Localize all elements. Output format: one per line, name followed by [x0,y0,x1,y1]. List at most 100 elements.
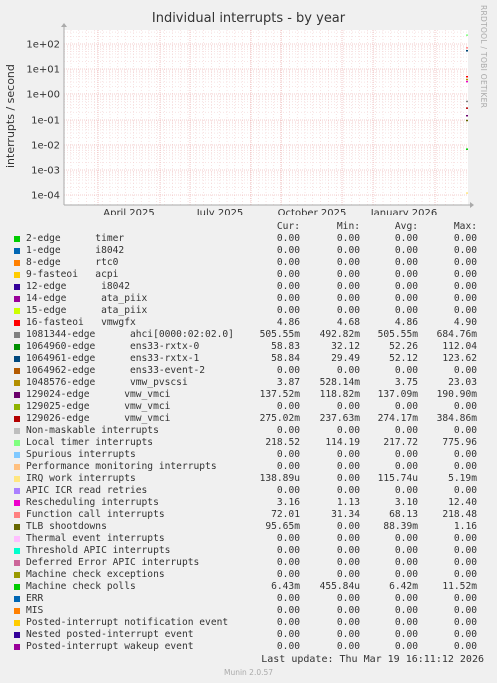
legend-row: MIS 0.00 0.00 0.00 0.00 [12,605,488,617]
legend: Cur: Min: Avg: Max: 2-edge timer 0.00 0.00… [12,221,488,653]
series-max: 0.00 [453,605,477,616]
series-name: Function call interrupts [26,509,165,520]
legend-swatch [14,404,20,410]
legend-row: Deferred Error APIC interrupts 0.00 0.00 0.… [12,557,488,569]
legend-row: Posted-interrupt notification event 0.00 0… [12,617,488,629]
legend-row: 1081344-edge ahci[0000:02:02.0] 505.55m 49… [12,329,488,341]
series-name: 129024-edge vmw_vmci [26,389,171,400]
series-name: APIC ICR read retries [26,485,148,496]
series-name: Machine check polls [26,581,136,592]
series-max: 112.04 [442,341,477,352]
legend-swatch [14,524,20,530]
series-name: 2-edge timer [26,233,125,244]
series-max: 0.00 [453,293,477,304]
series-max: 4.90 [453,317,477,328]
legend-row: 1-edge i8042 0.00 0.00 0.00 0.00 [12,245,488,257]
chart-plot: 1e+02 1e+01 1e+00 1e-01 1e-02 1e-03 1e-04 April… [26,23,474,215]
legend-row: Performance monitoring interrupts 0.00 0.0… [12,461,488,473]
y-tick-label: 1e-02 [31,141,60,152]
legend-row: 2-edge timer 0.00 0.00 0.00 0.00 [12,233,488,245]
series-max: 775.96 [442,437,477,448]
series-max: 11.52m [442,581,477,592]
series-max: 384.86m [436,413,477,424]
legend-row: Machine check exceptions 0.00 0.00 0.00 0.00 [12,569,488,581]
legend-swatch [14,476,20,482]
legend-swatch [14,308,20,314]
series-name: 129025-edge vmw_vmci [26,401,171,412]
legend-swatch [14,536,20,542]
series-max: 190.90m [436,389,477,400]
series-max: 0.00 [453,233,477,244]
series-name: Thermal event interrupts [26,533,165,544]
series-name: 1064962-edge ens33-event-2 [26,365,206,376]
legend-row: 129025-edge vmw_vmci 0.00 0.00 0.00 0.00 [12,401,488,413]
legend-swatch [14,548,20,554]
legend-row: TLB shootdowns 95.65m 0.00 88.39m 1.16 [12,521,488,533]
y-axis-arrow [61,23,67,27]
legend-row: 12-edge i8042 0.00 0.00 0.00 0.00 [12,281,488,293]
y-tick-label: 1e-03 [31,166,60,177]
legend-swatch [14,632,20,638]
series-max: 0.00 [453,365,477,376]
legend-swatch [14,248,20,254]
legend-swatch [14,500,20,506]
y-tick-label: 1e-01 [31,116,60,127]
col-max-header: Max: [453,221,477,232]
series-max: 0.00 [453,593,477,604]
x-tick-label: April 2025 [103,208,154,215]
legend-swatch [14,644,20,650]
series-max: 0.00 [453,461,477,472]
legend-row: 9-fasteoi acpi 0.00 0.00 0.00 0.00 [12,269,488,281]
legend-row: 15-edge ata_piix 0.00 0.00 0.00 0.00 [12,305,488,317]
legend-swatch [14,560,20,566]
y-tick-label: 1e+00 [26,90,60,101]
last-update: Last update: Thu Mar 19 16:11:12 2026 [261,654,484,665]
series-max: 0.00 [453,569,477,580]
legend-row: 8-edge rtc0 0.00 0.00 0.00 0.00 [12,257,488,269]
series-name: Nested posted-interrupt event [26,629,194,640]
legend-row: Local timer interrupts 218.52 114.19 217.72… [12,437,488,449]
legend-row: 129026-edge vmw_vmci 275.02m 237.63m 274.17… [12,413,488,425]
series-max: 0.00 [453,269,477,280]
legend-swatch [14,464,20,470]
legend-swatch [14,272,20,278]
x-tick-label: January 2026 [370,208,438,215]
legend-row: Spurious interrupts 0.00 0.00 0.00 0.00 [12,449,488,461]
series-name: Machine check exceptions [26,569,165,580]
legend-row: Non-maskable interrupts 0.00 0.00 0.00 0.00 [12,425,488,437]
series-name: 1048576-edge vmw_pvscsi [26,377,188,388]
legend-swatch [14,584,20,590]
legend-swatch [14,428,20,434]
series-name: Performance monitoring interrupts [26,461,217,472]
legend-row: Thermal event interrupts 0.00 0.00 0.00 0.00 [12,533,488,545]
x-axis-arrow [470,202,474,208]
legend-row: 14-edge ata_piix 0.00 0.00 0.00 0.00 [12,293,488,305]
legend-swatch [14,344,20,350]
series-max: 0.00 [453,449,477,460]
y-tick-label: 1e+01 [26,65,60,76]
series-max: 0.00 [453,305,477,316]
legend-row: 1064960-edge ens33-rxtx-0 58.83 32.12 52.26… [12,341,488,353]
legend-row: 1064962-edge ens33-event-2 0.00 0.00 0.00 0.… [12,365,488,377]
series-name: Spurious interrupts [26,449,136,460]
munin-version: Munin 2.0.57 [223,668,274,677]
series-name: IRQ work interrupts [26,473,136,484]
legend-swatch [14,608,20,614]
legend-row: 129024-edge vmw_vmci 137.52m 118.82m 137.09… [12,389,488,401]
legend-swatch [14,236,20,242]
series-name: Rescheduling interrupts [26,497,159,508]
series-max: 0.00 [453,281,477,292]
series-max: 0.00 [453,557,477,568]
series-name: Posted-interrupt wakeup event [26,641,194,652]
legend-swatch [14,284,20,290]
series-name: 1064960-edge ens33-rxtx-0 [26,341,200,352]
legend-swatch [14,356,20,362]
series-max: 684.76m [436,329,477,340]
legend-swatch [14,380,20,386]
series-max: 0.00 [453,425,477,436]
series-name: TLB shootdowns [26,521,107,532]
legend-swatch [14,572,20,578]
series-name: 1-edge i8042 [26,245,125,256]
series-name: 16-fasteoi vmwgfx [26,317,136,328]
legend-row: 1048576-edge vmw_pvscsi 3.87 528.14m 3.75 23… [12,377,488,389]
